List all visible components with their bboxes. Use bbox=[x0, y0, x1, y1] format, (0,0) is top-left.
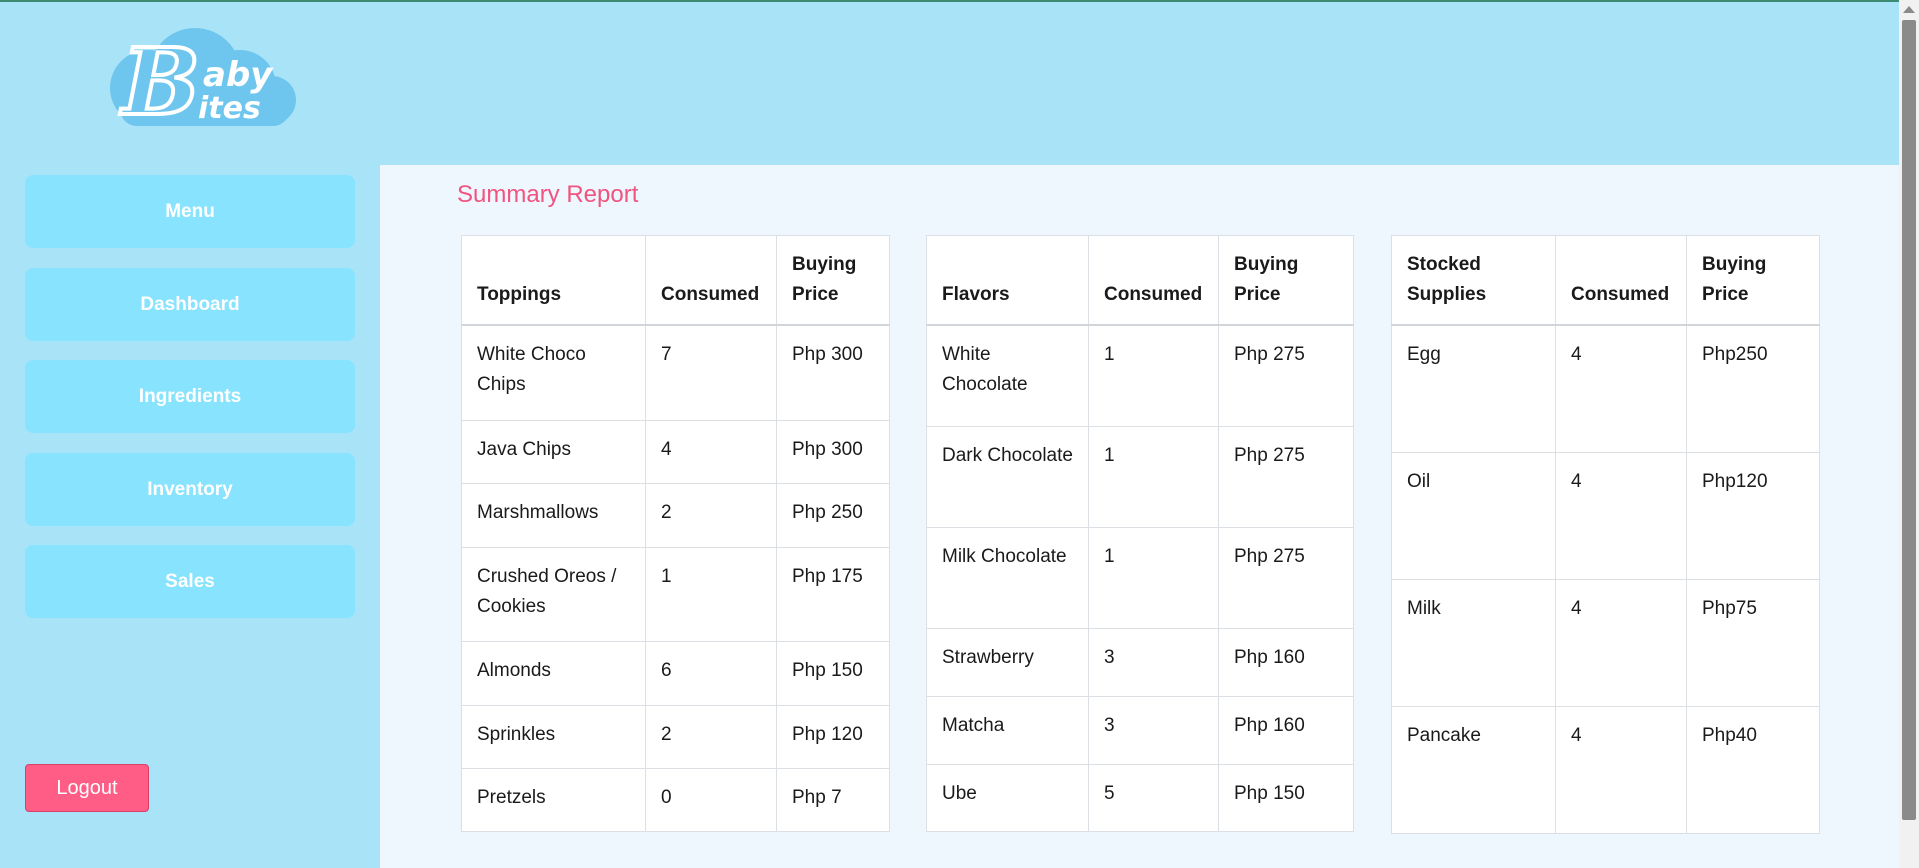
column-header: Buying Price bbox=[1218, 235, 1354, 326]
scrollbar-thumb[interactable] bbox=[1902, 20, 1916, 820]
table-cell: Php75 bbox=[1686, 578, 1820, 707]
table-row: Sprinkles 2 Php 120 bbox=[461, 704, 890, 769]
column-header: Consumed bbox=[1555, 235, 1687, 326]
table-row: White Choco Chips 7 Php 300 bbox=[461, 324, 890, 421]
babybites-logo: B aby ites bbox=[110, 26, 296, 132]
table-cell: 1 bbox=[1088, 425, 1219, 528]
table-cell: Milk Chocolate bbox=[926, 526, 1089, 629]
table-cell: Php 275 bbox=[1218, 526, 1354, 629]
table-cell: Php 250 bbox=[776, 482, 890, 548]
table-row: Ube 5 Php 150 bbox=[926, 763, 1354, 832]
table-cell: Ube bbox=[926, 763, 1089, 832]
nav-menu-button[interactable]: Menu bbox=[25, 175, 355, 248]
table-cell: Dark Chocolate bbox=[926, 425, 1089, 528]
table-cell: 1 bbox=[645, 546, 777, 642]
flavors-table: Flavors Consumed Buying Price White Choc… bbox=[926, 235, 1354, 832]
table-cell: White Chocolate bbox=[926, 324, 1089, 427]
nav-dashboard-button[interactable]: Dashboard bbox=[25, 268, 355, 341]
table-row: Marshmallows 2 Php 250 bbox=[461, 482, 890, 548]
table-cell: Php 300 bbox=[776, 324, 890, 421]
table-cell: 6 bbox=[645, 640, 777, 706]
table-cell: Milk bbox=[1391, 578, 1556, 707]
table-cell: Php 150 bbox=[1218, 763, 1354, 832]
table-cell: Php 300 bbox=[776, 419, 890, 484]
nav-sales-button[interactable]: Sales bbox=[25, 545, 355, 618]
table-cell: 1 bbox=[1088, 324, 1219, 427]
table-cell: 3 bbox=[1088, 627, 1219, 697]
table-row: Crushed Oreos / Cookies 1 Php 175 bbox=[461, 546, 890, 642]
table-cell: Sprinkles bbox=[461, 704, 646, 769]
table-cell: Php 160 bbox=[1218, 695, 1354, 765]
table-cell: 4 bbox=[645, 419, 777, 484]
column-header: Toppings bbox=[461, 235, 646, 326]
table-cell: White Choco Chips bbox=[461, 324, 646, 421]
table-cell: Matcha bbox=[926, 695, 1089, 765]
table-header-row: Flavors Consumed Buying Price bbox=[926, 235, 1354, 326]
table-header-row: Stocked Supplies Consumed Buying Price bbox=[1391, 235, 1820, 326]
table-cell: Php 160 bbox=[1218, 627, 1354, 697]
table-row: Matcha 3 Php 160 bbox=[926, 695, 1354, 765]
table-cell: 4 bbox=[1555, 451, 1687, 580]
table-cell: Php250 bbox=[1686, 324, 1820, 453]
table-cell: 7 bbox=[645, 324, 777, 421]
table-cell: 1 bbox=[1088, 526, 1219, 629]
table-row: Oil 4 Php120 bbox=[1391, 451, 1820, 580]
table-row: Pancake 4 Php40 bbox=[1391, 705, 1820, 834]
table-cell: Php 7 bbox=[776, 767, 890, 832]
table-cell: Egg bbox=[1391, 324, 1556, 453]
main-content: Summary Report Toppings Consumed Buying … bbox=[380, 165, 1899, 868]
table-row: White Chocolate 1 Php 275 bbox=[926, 324, 1354, 427]
table-cell: Php120 bbox=[1686, 451, 1820, 580]
table-cell: Php 150 bbox=[776, 640, 890, 706]
table-header-row: Toppings Consumed Buying Price bbox=[461, 235, 890, 326]
table-cell: 4 bbox=[1555, 705, 1687, 834]
nav-ingredients-button[interactable]: Ingredients bbox=[25, 360, 355, 433]
table-row: Dark Chocolate 1 Php 275 bbox=[926, 425, 1354, 528]
table-row: Strawberry 3 Php 160 bbox=[926, 627, 1354, 697]
table-cell: Php 175 bbox=[776, 546, 890, 642]
table-row: Milk 4 Php75 bbox=[1391, 578, 1820, 707]
table-cell: Java Chips bbox=[461, 419, 646, 484]
table-row: Milk Chocolate 1 Php 275 bbox=[926, 526, 1354, 629]
table-cell: 4 bbox=[1555, 324, 1687, 453]
table-row: Pretzels 0 Php 7 bbox=[461, 767, 890, 832]
window-top-border bbox=[0, 0, 1919, 2]
table-cell: 3 bbox=[1088, 695, 1219, 765]
table-cell: 5 bbox=[1088, 763, 1219, 832]
table-cell: 0 bbox=[645, 767, 777, 832]
toppings-table: Toppings Consumed Buying Price White Cho… bbox=[461, 235, 890, 832]
table-cell: Marshmallows bbox=[461, 482, 646, 548]
column-header: Stocked Supplies bbox=[1391, 235, 1556, 326]
table-cell: Oil bbox=[1391, 451, 1556, 580]
table-cell: Php 275 bbox=[1218, 425, 1354, 528]
nav-inventory-button[interactable]: Inventory bbox=[25, 453, 355, 526]
table-cell: Php 275 bbox=[1218, 324, 1354, 427]
table-cell: Php 120 bbox=[776, 704, 890, 769]
column-header: Flavors bbox=[926, 235, 1089, 326]
table-cell: Pretzels bbox=[461, 767, 646, 832]
table-cell: 2 bbox=[645, 704, 777, 769]
table-cell: Almonds bbox=[461, 640, 646, 706]
table-cell: Strawberry bbox=[926, 627, 1089, 697]
svg-text:aby: aby bbox=[203, 55, 274, 95]
column-header: Consumed bbox=[645, 235, 777, 326]
scroll-up-arrow-icon[interactable] bbox=[1903, 6, 1915, 13]
table-cell: 2 bbox=[645, 482, 777, 548]
table-row: Almonds 6 Php 150 bbox=[461, 640, 890, 706]
svg-text:ites: ites bbox=[198, 91, 261, 126]
table-cell: 4 bbox=[1555, 578, 1687, 707]
stocked-supplies-table: Stocked Supplies Consumed Buying Price E… bbox=[1391, 235, 1820, 834]
table-cell: Pancake bbox=[1391, 705, 1556, 834]
logout-button[interactable]: Logout bbox=[25, 764, 149, 812]
column-header: Consumed bbox=[1088, 235, 1219, 326]
table-cell: Crushed Oreos / Cookies bbox=[461, 546, 646, 642]
page-title: Summary Report bbox=[457, 181, 639, 208]
column-header: Buying Price bbox=[776, 235, 890, 326]
column-header: Buying Price bbox=[1686, 235, 1820, 326]
svg-text:B: B bbox=[119, 28, 200, 132]
table-row: Egg 4 Php250 bbox=[1391, 324, 1820, 453]
table-cell: Php40 bbox=[1686, 705, 1820, 834]
table-row: Java Chips 4 Php 300 bbox=[461, 419, 890, 484]
